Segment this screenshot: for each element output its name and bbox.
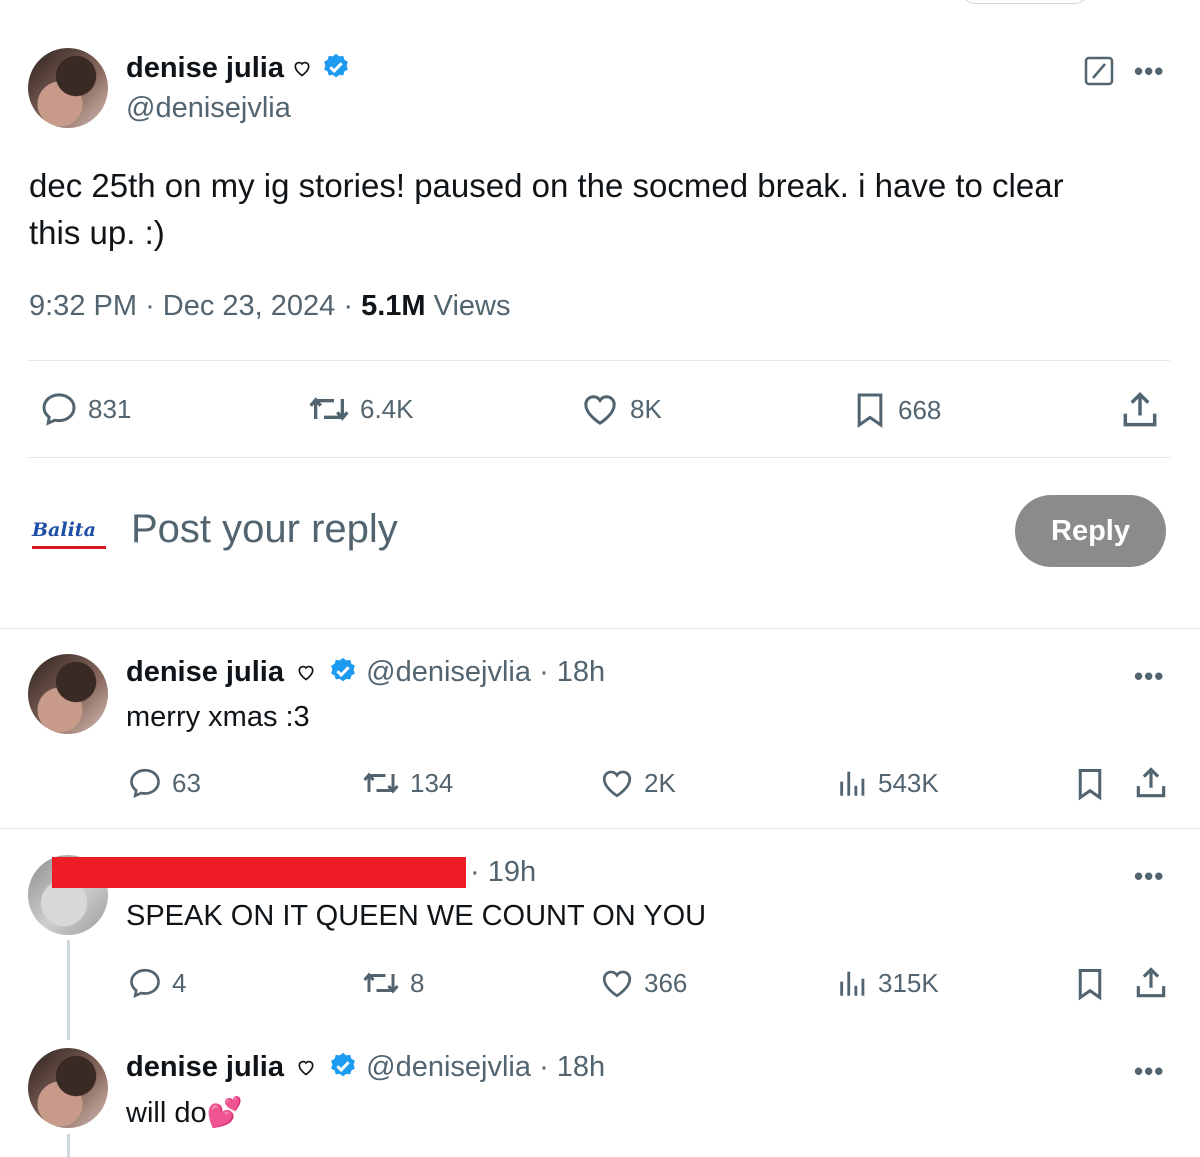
edit-icon[interactable] [1084,56,1114,86]
tweet-text-line-2: this up. :) [29,214,165,251]
views-label: Views [433,290,511,322]
reply-handle[interactable]: @denisejvlia [366,1051,531,1083]
like-icon [602,770,632,798]
like-action[interactable]: 366 [598,965,687,1001]
views-count: 315K [878,967,939,998]
like-action[interactable]: 8K [578,389,662,429]
reply-action[interactable]: 4 [126,965,186,1001]
views-action[interactable]: 315K [836,965,939,1001]
views-icon [840,771,865,796]
share-icon[interactable] [1132,964,1170,1002]
repost-action[interactable]: 8 [360,965,424,1001]
tweet-meta: 9:32 PM · Dec 23, 2024 · 5.1M Views [29,290,511,322]
views-action[interactable]: 543K [836,765,939,801]
tweet-time[interactable]: 9:32 PM [29,290,137,322]
repost-action[interactable]: 6.4K [306,389,414,429]
repost-count: 6.4K [360,393,414,424]
reply-avatar[interactable] [28,654,108,734]
reply-button[interactable]: Reply [1015,495,1166,567]
repost-icon [309,397,349,421]
reply-author-name[interactable]: denise julia [126,1051,284,1083]
more-icon[interactable]: ••• [1134,56,1164,87]
reply-avatar[interactable] [28,1048,108,1128]
reply-count: 831 [88,393,132,424]
like-icon [602,970,632,998]
reply-text: merry xmas :3 [126,701,310,733]
like-count: 366 [644,967,688,998]
author-avatar[interactable] [28,48,108,128]
more-icon[interactable]: ••• [1134,661,1164,692]
share-icon[interactable] [1118,388,1162,432]
repost-icon [363,772,399,794]
bookmark-icon[interactable] [1072,965,1108,1003]
bookmark-icon [857,393,883,428]
top-partial-button[interactable] [960,0,1090,4]
reply-count: 63 [172,767,201,798]
like-action[interactable]: 2K [598,765,676,801]
reply-handle[interactable]: @denisejvlia [366,656,531,688]
like-count: 8K [630,393,662,424]
heart-outline-icon [298,665,314,681]
logo-underline [32,546,106,549]
reply-input[interactable]: Post your reply [131,507,398,552]
divider [0,628,1200,629]
views-count: 5.1M [361,290,426,322]
divider [28,457,1170,458]
repost-count: 134 [410,767,454,798]
heart-outline-icon [298,1060,314,1076]
like-icon [584,395,616,425]
reply-icon [130,968,160,999]
reply-author-name[interactable]: denise julia [126,656,284,688]
verified-badge-icon [331,657,355,682]
reply-time[interactable]: 18h [557,656,605,688]
more-icon[interactable]: ••• [1134,861,1164,892]
verified-badge-icon [331,1052,355,1077]
reply-meta: · 19h [470,856,537,888]
two-hearts-emoji: 💕 [206,1097,243,1129]
reply-count: 4 [172,967,187,998]
views-count: 543K [878,767,939,798]
divider [28,360,1170,361]
like-count: 2K [644,767,676,798]
thread-line [67,940,70,1040]
share-icon[interactable] [1132,764,1170,802]
tweet-text: dec 25th on my ig stories! paused on the… [29,162,1179,256]
redacted-name-bar [52,857,466,888]
reply-icon [130,768,160,799]
bookmark-action[interactable]: 668 [850,389,941,431]
bookmark-count: 668 [898,394,942,425]
composer-avatar-logo: Balita [32,519,96,541]
heart-outline-icon [294,61,310,77]
more-icon[interactable]: ••• [1134,1056,1164,1087]
views-icon [840,971,865,996]
reply-action[interactable]: 831 [38,389,131,429]
reply-icon [42,393,76,426]
tweet-date[interactable]: Dec 23, 2024 [163,290,336,322]
author-name[interactable]: denise julia [126,52,284,84]
author-name-row: denise julia [126,52,351,85]
divider [0,828,1200,829]
reply-header: denise julia @denisejvlia · 18h [126,1051,606,1083]
reply-text: SPEAK ON IT QUEEN WE COUNT ON YOU [126,900,707,932]
repost-icon [363,972,399,994]
author-handle[interactable]: @denisejvlia [126,92,291,125]
reply-time[interactable]: 19h [488,856,536,888]
thread-line [67,1134,70,1157]
reply-action[interactable]: 63 [126,765,201,801]
bookmark-icon[interactable] [1072,765,1108,803]
reply-text: will do [126,1097,207,1129]
repost-count: 8 [410,967,425,998]
reply-time[interactable]: 18h [557,1051,605,1083]
tweet-text-line-1: dec 25th on my ig stories! paused on the… [29,167,1064,204]
verified-badge-icon [323,53,348,78]
repost-action[interactable]: 134 [360,765,453,801]
reply-text-row: will do💕 [126,1096,243,1130]
reply-header: denise julia @denisejvlia · 18h [126,656,606,688]
